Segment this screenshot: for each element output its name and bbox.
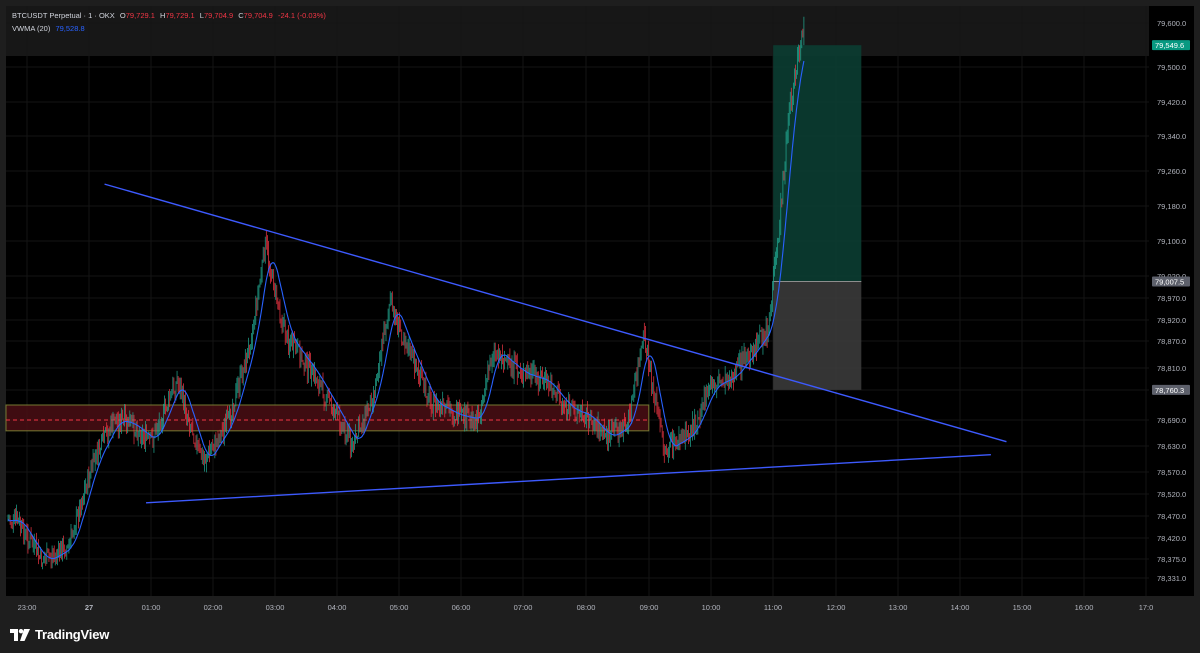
time-tick-label: 02:00 bbox=[204, 603, 223, 612]
close-value: 79,704.9 bbox=[243, 11, 273, 20]
price-tick-label: 78,920.0 bbox=[1157, 316, 1186, 325]
chart-frame: 79,600.0 79,500.0 79,420.0 79,340.0 79,260.0… bbox=[0, 0, 1200, 620]
price-tick-label: 78,420.0 bbox=[1157, 534, 1186, 543]
price-tick-label: 78,970.0 bbox=[1157, 294, 1186, 303]
position-target-zone[interactable] bbox=[773, 45, 862, 282]
indicator-row: VWMA (20) 79,528.8 bbox=[12, 22, 329, 35]
time-tick-label: 16:00 bbox=[1075, 603, 1094, 612]
price-tick-label: 79,100.0 bbox=[1157, 237, 1186, 246]
time-tick-label: 07:00 bbox=[514, 603, 533, 612]
price-tick-label: 78,520.0 bbox=[1157, 490, 1186, 499]
price-tick-label: 78,570.0 bbox=[1157, 468, 1186, 477]
time-tick-label: 05:00 bbox=[390, 603, 409, 612]
price-tick-label: 79,260.0 bbox=[1157, 167, 1186, 176]
demand-zone-box bbox=[5, 404, 650, 432]
time-tick-label: 14:00 bbox=[951, 603, 970, 612]
price-tick-label: 78,331.0 bbox=[1157, 574, 1186, 583]
time-axis[interactable]: 23:00 27 01:00 02:00 03:00 04:00 05:00 06:00 07:… bbox=[18, 603, 1154, 612]
time-tick-label: 23:00 bbox=[18, 603, 37, 612]
price-axis-labels: 79,600.0 79,500.0 79,420.0 79,340.0 79,260.0… bbox=[1157, 19, 1186, 583]
price-badge-label: 79,007.5 bbox=[1155, 278, 1184, 287]
change-value: -24.1 (-0.03%) bbox=[277, 11, 326, 20]
price-tick-label: 78,375.0 bbox=[1157, 555, 1186, 564]
time-tick-label: 12:00 bbox=[827, 603, 846, 612]
indicator-value: 79,528.8 bbox=[55, 24, 85, 33]
low-value: 79,704.9 bbox=[203, 11, 234, 20]
price-badge-label: 78,760.3 bbox=[1155, 386, 1184, 395]
time-tick-label: 15:00 bbox=[1013, 603, 1032, 612]
position-stop-zone[interactable] bbox=[773, 281, 862, 390]
chart-legend: BTCUSDT Perpetual · 1 · OKX O79,729.1 H7… bbox=[12, 9, 329, 35]
plot-background bbox=[6, 6, 1149, 596]
demand-zone bbox=[5, 404, 650, 432]
time-tick-label: 03:00 bbox=[266, 603, 285, 612]
time-tick-label: 17:0 bbox=[1139, 603, 1154, 612]
open-value: 79,729.1 bbox=[125, 11, 155, 20]
time-tick-label: 08:00 bbox=[577, 603, 596, 612]
high-value: 79,729.1 bbox=[165, 11, 195, 20]
time-tick-label: 13:00 bbox=[889, 603, 908, 612]
price-tick-label: 78,630.0 bbox=[1157, 442, 1186, 451]
time-tick-label: 04:00 bbox=[328, 603, 347, 612]
time-tick-label: 10:00 bbox=[702, 603, 721, 612]
brand-name: TradingView bbox=[35, 627, 110, 642]
symbol-label[interactable]: BTCUSDT Perpetual · 1 · OKX bbox=[12, 11, 115, 20]
symbol-row: BTCUSDT Perpetual · 1 · OKX O79,729.1 H7… bbox=[12, 9, 329, 22]
indicator-name[interactable]: VWMA (20) bbox=[12, 24, 50, 33]
price-tick-label: 79,600.0 bbox=[1157, 19, 1186, 28]
time-tick-label: 01:00 bbox=[142, 603, 161, 612]
time-tick-label: 09:00 bbox=[640, 603, 659, 612]
time-tick-label: 06:00 bbox=[452, 603, 471, 612]
time-tick-label: 11:00 bbox=[764, 603, 782, 612]
footer: TradingView bbox=[0, 620, 1200, 653]
price-tick-label: 79,340.0 bbox=[1157, 132, 1186, 141]
price-tick-label: 79,500.0 bbox=[1157, 63, 1186, 72]
tradingview-logo[interactable]: TradingView bbox=[10, 627, 109, 642]
price-tick-label: 78,470.0 bbox=[1157, 512, 1186, 521]
price-tick-label: 78,810.0 bbox=[1157, 364, 1186, 373]
price-tick-label: 78,690.0 bbox=[1157, 416, 1186, 425]
price-tick-label: 79,180.0 bbox=[1157, 202, 1186, 211]
price-badge-label: 79,549.6 bbox=[1155, 41, 1184, 50]
time-tick-label: 27 bbox=[85, 603, 93, 612]
price-chart[interactable]: 79,600.0 79,500.0 79,420.0 79,340.0 79,260.0… bbox=[0, 0, 1200, 620]
price-tick-label: 79,420.0 bbox=[1157, 98, 1186, 107]
tradingview-logo-icon bbox=[10, 628, 30, 641]
price-tick-label: 78,870.0 bbox=[1157, 337, 1186, 346]
